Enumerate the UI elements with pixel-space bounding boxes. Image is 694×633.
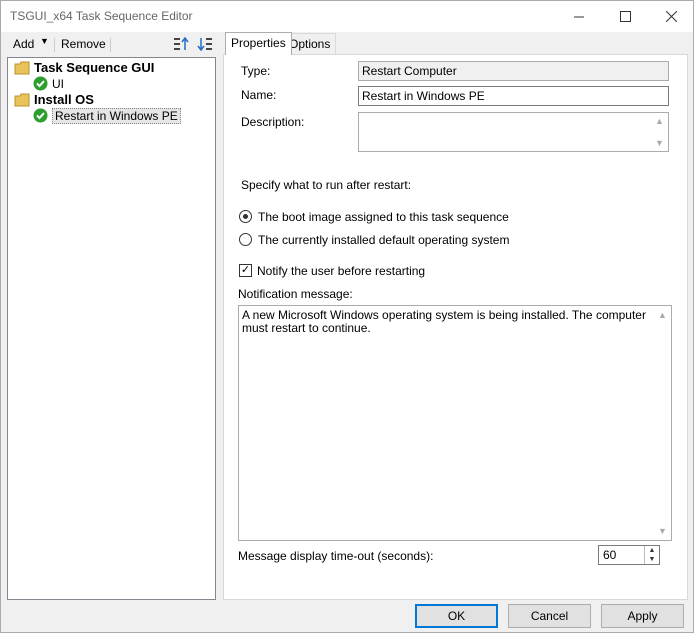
- tree-item-label: Install OS: [34, 92, 94, 107]
- title-bar: TSGUI_x64 Task Sequence Editor: [1, 1, 693, 32]
- type-label: Type:: [241, 64, 271, 78]
- window-title: TSGUI_x64 Task Sequence Editor: [10, 9, 193, 23]
- tree-item-ui[interactable]: UI: [33, 75, 64, 92]
- minimize-button[interactable]: [556, 1, 602, 32]
- type-field: Restart Computer: [358, 61, 669, 81]
- close-icon: [665, 11, 677, 22]
- divider: [238, 158, 672, 159]
- chevron-down-icon: ▼: [40, 36, 49, 46]
- toolbar-separator: [110, 38, 111, 52]
- description-scrollbar[interactable]: ▲ ▼: [651, 113, 668, 151]
- tab-properties[interactable]: Properties: [225, 32, 292, 55]
- description-field[interactable]: ▲ ▼: [358, 112, 669, 152]
- boot-image-radio-label[interactable]: The boot image assigned to this task seq…: [258, 210, 509, 224]
- scroll-down-icon: ▼: [655, 138, 664, 148]
- toolbar-separator: [54, 38, 55, 52]
- description-label: Description:: [241, 115, 305, 129]
- cancel-button[interactable]: Cancel: [508, 604, 591, 628]
- properties-panel: Type: Restart Computer Name: Restart in …: [223, 54, 688, 600]
- close-button[interactable]: [648, 1, 694, 32]
- folder-icon: [14, 93, 30, 106]
- task-sequence-tree[interactable]: Task Sequence GUI UI Install OS Restart …: [7, 57, 216, 600]
- name-field[interactable]: Restart in Windows PE: [358, 86, 669, 106]
- maximize-button[interactable]: [602, 1, 648, 32]
- stepper-up-icon[interactable]: ▲: [645, 546, 659, 555]
- apply-button[interactable]: Apply: [601, 604, 684, 628]
- tree-toolbar: Add ▼ Remove: [7, 33, 221, 55]
- tree-item-label: UI: [52, 76, 64, 91]
- stepper-buttons[interactable]: ▲ ▼: [644, 546, 659, 564]
- folder-icon: [14, 61, 30, 74]
- notification-message-field[interactable]: A new Microsoft Windows operating system…: [238, 305, 672, 541]
- boot-image-radio[interactable]: [239, 210, 252, 223]
- add-menu-button[interactable]: Add: [13, 37, 34, 51]
- scroll-up-icon: ▲: [655, 116, 664, 126]
- minimize-icon: [574, 16, 584, 17]
- scroll-down-icon: ▼: [658, 526, 667, 536]
- timeout-value: 60: [603, 548, 617, 562]
- task-sequence-editor-window: TSGUI_x64 Task Sequence Editor Add ▼ Rem…: [0, 0, 694, 633]
- default-os-radio[interactable]: [239, 233, 252, 246]
- notification-scrollbar[interactable]: ▲ ▼: [654, 306, 671, 540]
- move-down-icon[interactable]: [195, 36, 213, 52]
- name-label: Name:: [241, 88, 277, 102]
- notify-user-checkbox[interactable]: ✓: [239, 264, 252, 277]
- run-after-restart-label: Specify what to run after restart:: [241, 178, 412, 192]
- move-up-icon[interactable]: [173, 36, 191, 52]
- remove-button[interactable]: Remove: [61, 37, 106, 51]
- tree-item-install-os[interactable]: Install OS: [14, 91, 94, 108]
- tree-item-restart-in-windows-pe[interactable]: Restart in Windows PE: [33, 107, 181, 124]
- timeout-label: Message display time-out (seconds):: [238, 549, 434, 563]
- scroll-up-icon: ▲: [658, 310, 667, 320]
- radio-selected-dot: [243, 214, 248, 219]
- notification-message-text: A new Microsoft Windows operating system…: [242, 308, 646, 335]
- tree-item-label: Task Sequence GUI: [34, 60, 155, 75]
- default-os-radio-label[interactable]: The currently installed default operatin…: [258, 233, 509, 247]
- ok-button[interactable]: OK: [415, 604, 498, 628]
- tree-item-label: Restart in Windows PE: [52, 107, 181, 124]
- tree-item-task-sequence-gui[interactable]: Task Sequence GUI: [14, 59, 154, 76]
- check-icon: [33, 76, 48, 91]
- divider: [238, 256, 672, 257]
- maximize-icon: [619, 11, 631, 22]
- notify-user-label[interactable]: Notify the user before restarting: [257, 264, 425, 278]
- check-icon: [33, 108, 48, 123]
- timeout-stepper[interactable]: 60 ▲ ▼: [598, 545, 660, 565]
- notification-message-label: Notification message:: [238, 287, 353, 301]
- stepper-down-icon[interactable]: ▼: [645, 555, 659, 564]
